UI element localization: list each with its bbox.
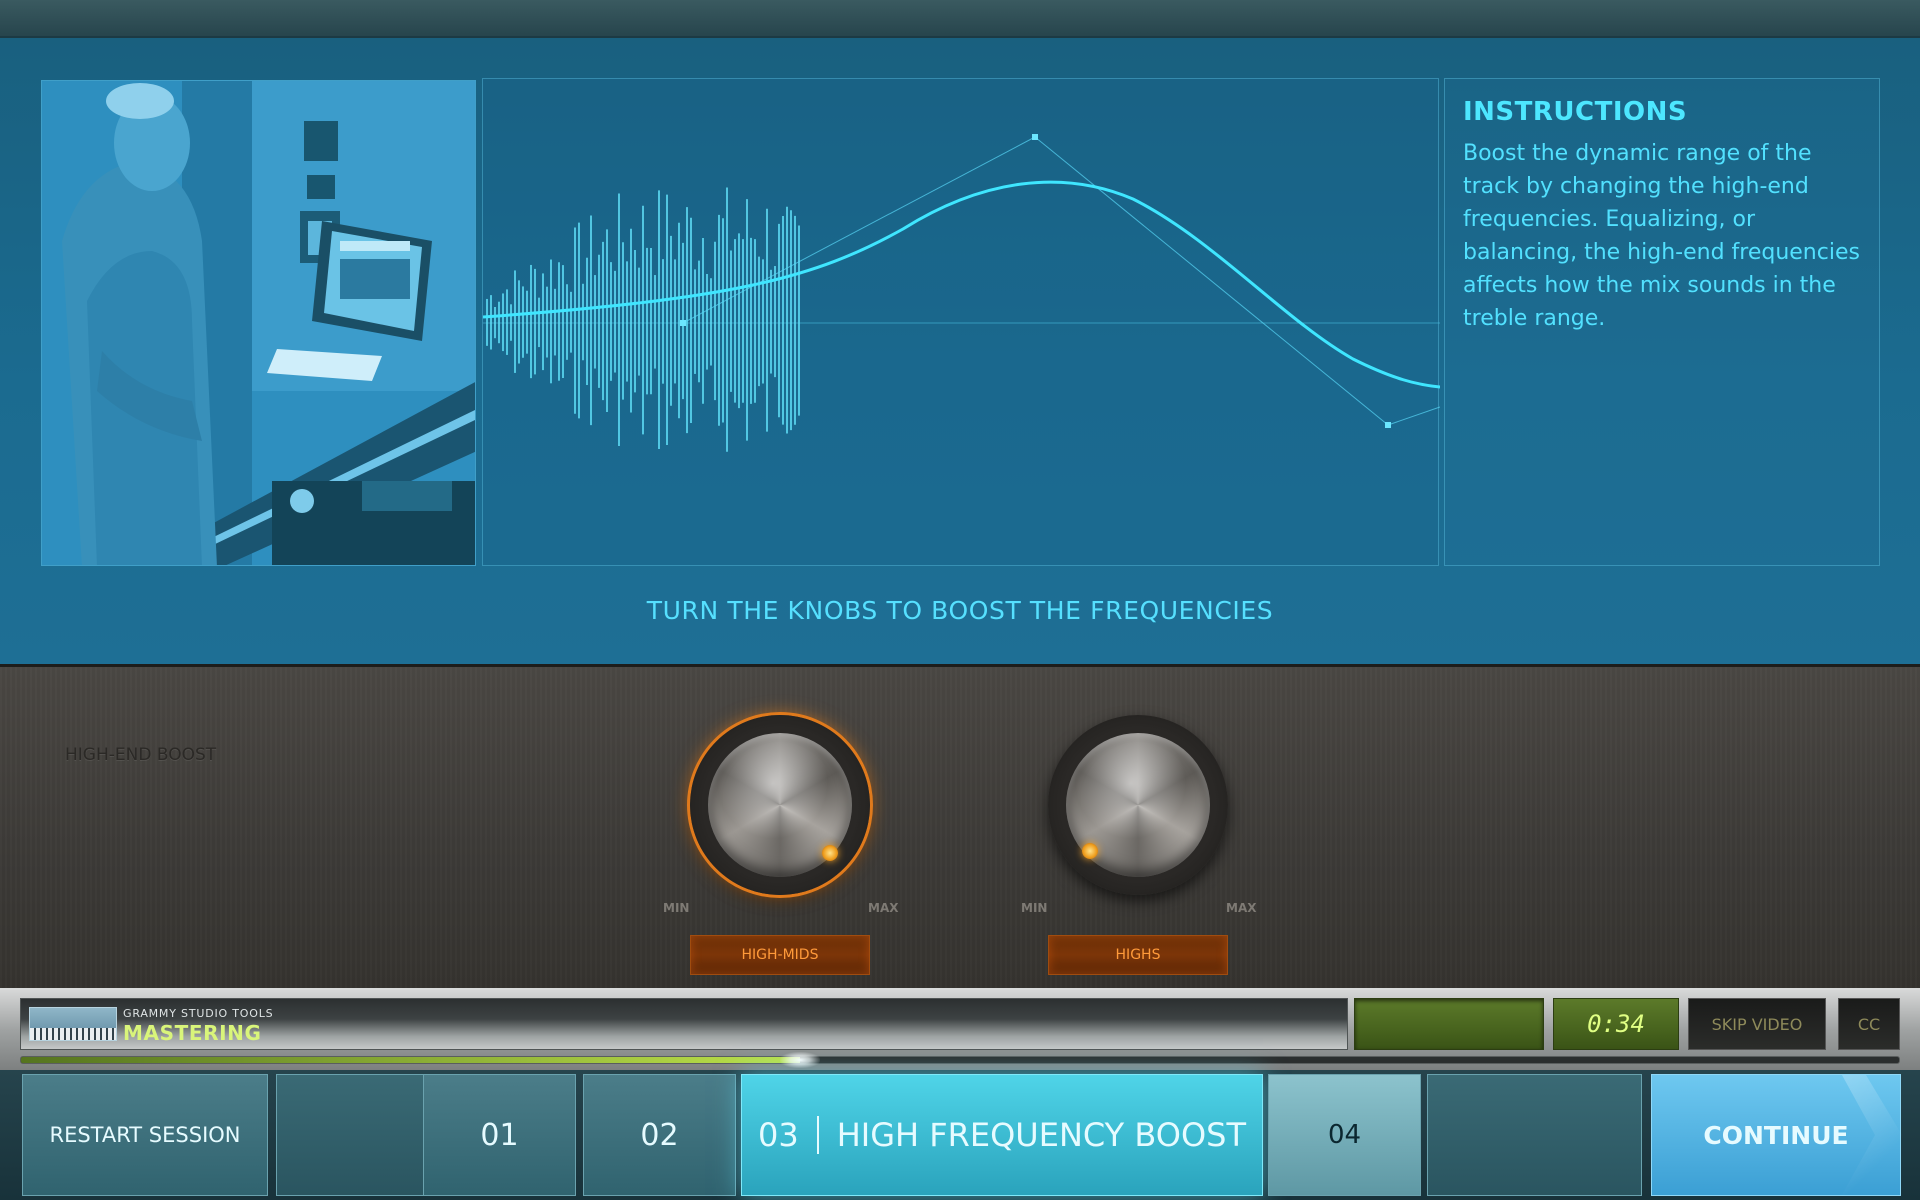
- step-01-tab[interactable]: 01: [423, 1074, 576, 1196]
- top-bar: [0, 0, 1920, 38]
- step-divider: [816, 1116, 819, 1154]
- continue-button[interactable]: CONTINUE: [1651, 1074, 1902, 1196]
- video-player-bar: GRAMMY STUDIO TOOLS MASTERING 0:34 SKIP …: [0, 988, 1920, 1070]
- nav-spacer: [276, 1074, 424, 1196]
- audio-waveform: [486, 187, 800, 452]
- knob-min-label: MIN: [663, 901, 690, 915]
- knob-max-label: MAX: [1226, 901, 1257, 915]
- eq-curve-graph: [482, 134, 1441, 452]
- knob-indicator-icon: [822, 845, 838, 861]
- instructions-title: INSTRUCTIONS: [1463, 97, 1688, 127]
- step-03-tab[interactable]: 03 HIGH FREQUENCY BOOST: [741, 1074, 1263, 1196]
- nav-spacer: [1427, 1074, 1642, 1196]
- video-progress-fill: [21, 1057, 801, 1063]
- instructions-text: Boost the dynamic range of the track by …: [1463, 141, 1860, 331]
- step-02-tab[interactable]: 02: [583, 1074, 736, 1196]
- highs-knob-group: MIN MAX HIGHS: [1018, 715, 1258, 985]
- eq-control-point[interactable]: [680, 320, 686, 326]
- step-03-label: HIGH FREQUENCY BOOST: [836, 1116, 1246, 1154]
- highs-button[interactable]: HIGHS: [1048, 935, 1228, 975]
- eq-visualizer: [482, 78, 1441, 566]
- knob-indicator-icon: [1082, 843, 1098, 859]
- continue-label: CONTINUE: [1703, 1120, 1849, 1150]
- hardware-panel: HIGH-END BOOST MIN MAX HIGH-MIDS MIN MAX…: [0, 664, 1920, 988]
- lesson-content: INSTRUCTIONS Boost the dynamic range of …: [0, 38, 1920, 664]
- step-03-number: 03: [758, 1116, 799, 1154]
- session-navigation: RESTART SESSION 01 02 03 HIGH FREQUENCY …: [0, 1070, 1920, 1200]
- eq-control-point[interactable]: [1032, 134, 1038, 140]
- skip-video-button[interactable]: SKIP VIDEO: [1688, 998, 1826, 1050]
- knob-prompt: TURN THE KNOBS TO BOOST THE FREQUENCIES: [646, 596, 1274, 625]
- brand-title: MASTERING: [123, 1021, 262, 1045]
- brand-subtitle: GRAMMY STUDIO TOOLS: [123, 1007, 274, 1020]
- brand-display: GRAMMY STUDIO TOOLS MASTERING: [20, 998, 1348, 1050]
- time-display: 0:34: [1553, 998, 1679, 1050]
- instructor-photo: [41, 80, 476, 566]
- hardware-label: HIGH-END BOOST: [65, 745, 217, 765]
- eq-control-point[interactable]: [1385, 422, 1391, 428]
- step-04-tab[interactable]: 04: [1268, 1074, 1421, 1196]
- closed-caption-button[interactable]: CC: [1838, 998, 1900, 1050]
- instructions-panel: INSTRUCTIONS Boost the dynamic range of …: [1444, 78, 1880, 566]
- video-progress-track[interactable]: [20, 1056, 1900, 1064]
- restart-session-button[interactable]: RESTART SESSION: [22, 1074, 268, 1196]
- knob-min-label: MIN: [1021, 901, 1048, 915]
- grammy-studio-logo-icon: [29, 1007, 117, 1041]
- video-progress-handle[interactable]: [780, 1052, 821, 1068]
- high-mids-button[interactable]: HIGH-MIDS: [690, 935, 870, 975]
- chevron-right-icon: [1842, 1075, 1902, 1195]
- level-meter-display: [1354, 998, 1544, 1050]
- high-mids-knob-group: MIN MAX HIGH-MIDS: [660, 715, 900, 985]
- knob-max-label: MAX: [868, 901, 899, 915]
- studio-photo-illustration: [42, 81, 475, 565]
